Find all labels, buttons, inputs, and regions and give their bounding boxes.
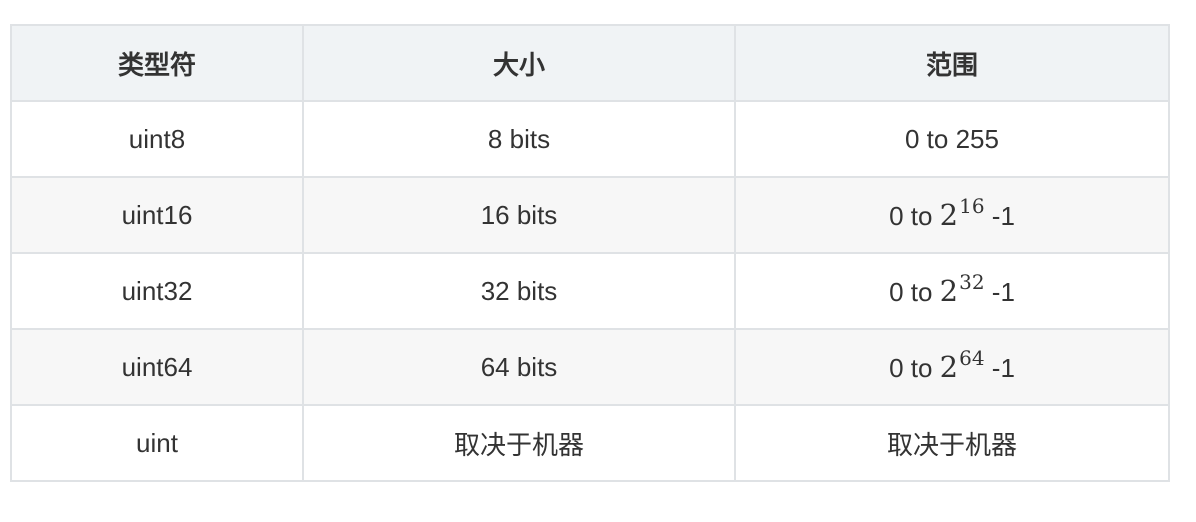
cell-type: uint16 xyxy=(10,176,304,254)
cell-size: 64 bits xyxy=(302,328,736,406)
uint-types-table-container: 类型符 大小 范围 uint8 8 bits 0 to 255 uint16 1… xyxy=(10,24,1170,482)
cell-range: 0 to 264 -1 xyxy=(734,328,1170,406)
range-suffix: -1 xyxy=(984,277,1015,307)
uint-types-table: 类型符 大小 范围 uint8 8 bits 0 to 255 uint16 1… xyxy=(10,24,1170,482)
table-header: 类型符 大小 范围 xyxy=(10,24,1170,102)
cell-size: 取决于机器 xyxy=(302,404,736,482)
table-row: uint8 8 bits 0 to 255 xyxy=(10,100,1170,178)
cell-range: 0 to 232 -1 xyxy=(734,252,1170,330)
cell-type: uint64 xyxy=(10,328,304,406)
cell-size: 8 bits xyxy=(302,100,736,178)
cell-size: 16 bits xyxy=(302,176,736,254)
header-type: 类型符 xyxy=(10,24,304,102)
range-suffix: -1 xyxy=(984,201,1015,231)
range-power-base: 2 xyxy=(939,274,959,308)
cell-type: uint8 xyxy=(10,100,304,178)
range-power-base: 2 xyxy=(939,350,959,384)
range-power-exponent: 32 xyxy=(959,270,985,294)
cell-range: 0 to 255 xyxy=(734,100,1170,178)
table-row: uint 取决于机器 取决于机器 xyxy=(10,404,1170,482)
range-power-exponent: 16 xyxy=(959,194,985,218)
cell-range: 0 to 216 -1 xyxy=(734,176,1170,254)
range-prefix: 0 to xyxy=(889,353,940,383)
table-row: uint32 32 bits 0 to 232 -1 xyxy=(10,252,1170,330)
header-row: 类型符 大小 范围 xyxy=(10,24,1170,102)
table-row: uint16 16 bits 0 to 216 -1 xyxy=(10,176,1170,254)
cell-range: 取决于机器 xyxy=(734,404,1170,482)
header-size: 大小 xyxy=(302,24,736,102)
header-range: 范围 xyxy=(734,24,1170,102)
range-prefix: 0 to xyxy=(889,277,940,307)
cell-type: uint xyxy=(10,404,304,482)
range-power-base: 2 xyxy=(939,198,959,232)
table-row: uint64 64 bits 0 to 264 -1 xyxy=(10,328,1170,406)
range-suffix: -1 xyxy=(984,353,1015,383)
range-power-exponent: 64 xyxy=(959,346,985,370)
table-body: uint8 8 bits 0 to 255 uint16 16 bits 0 t… xyxy=(10,100,1170,482)
cell-size: 32 bits xyxy=(302,252,736,330)
range-prefix: 0 to xyxy=(889,201,940,231)
cell-type: uint32 xyxy=(10,252,304,330)
